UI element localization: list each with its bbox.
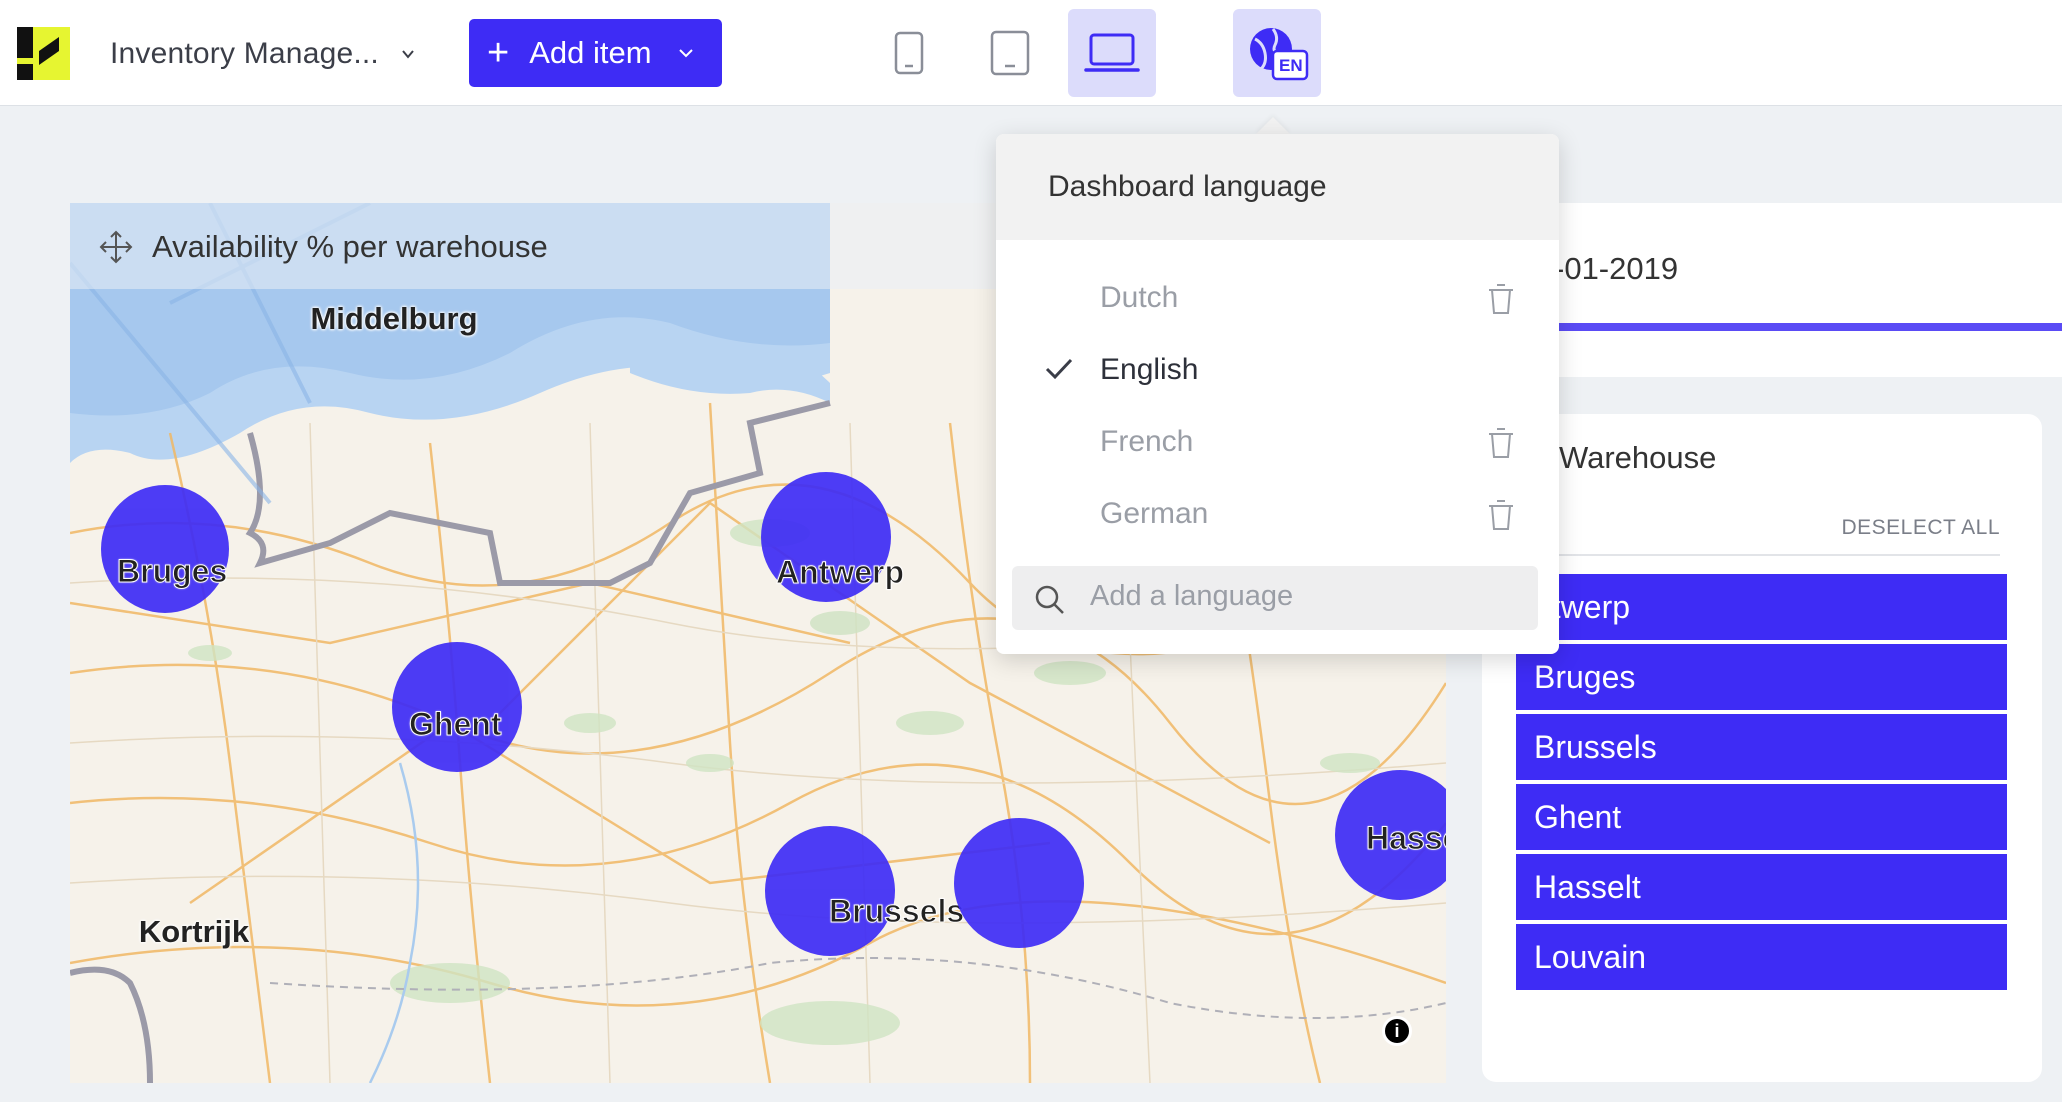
- warehouse-list: ntwerp Bruges Brussels Ghent Hasselt Lou…: [1516, 574, 2007, 994]
- add-language-input[interactable]: [1090, 580, 1510, 613]
- language-badge: EN: [1279, 56, 1303, 75]
- bubble-label: Bruges: [116, 553, 228, 590]
- language-option-dutch[interactable]: Dutch: [996, 262, 1559, 334]
- warehouse-bubble-antwerp[interactable]: Antwerp: [761, 472, 905, 602]
- warehouse-bubble-bruges[interactable]: Bruges: [101, 485, 229, 613]
- map-place-label: Kortrijk: [138, 914, 250, 949]
- warehouse-option[interactable]: Brussels: [1516, 714, 2007, 780]
- filter-title: Warehouse: [1559, 440, 1717, 475]
- app-logo-icon[interactable]: [17, 27, 70, 80]
- language-label: Dutch: [1100, 281, 1179, 314]
- warehouse-bubble-louvain[interactable]: [954, 818, 1084, 948]
- warehouse-option[interactable]: Louvain: [1516, 924, 2007, 990]
- add-item-label: Add item: [529, 35, 652, 70]
- divider: [1516, 554, 2000, 556]
- chevron-down-icon: [678, 49, 693, 58]
- map-title: Availability % per warehouse: [152, 229, 548, 264]
- date-panel: -01-2019: [1482, 203, 2062, 377]
- trash-icon[interactable]: [1486, 498, 1516, 532]
- language-list: Dutch English French German: [996, 240, 1559, 550]
- language-option-german[interactable]: German: [996, 478, 1559, 550]
- mobile-view-button[interactable]: [865, 9, 953, 97]
- warehouse-option[interactable]: Bruges: [1516, 644, 2007, 710]
- bubble-label: Ghent: [408, 706, 502, 743]
- search-icon: [1035, 585, 1064, 614]
- top-bar: Inventory Manage... + Add item EN: [0, 0, 2062, 106]
- add-language-search: [1012, 566, 1538, 630]
- globe-icon: [1250, 28, 1309, 81]
- deselect-all-button[interactable]: DESELECT ALL: [1841, 516, 2000, 540]
- date-slider-track[interactable]: [1554, 323, 2062, 331]
- warehouse-option[interactable]: ntwerp: [1516, 574, 2007, 640]
- language-label: German: [1100, 497, 1209, 530]
- language-option-english[interactable]: English: [996, 334, 1559, 406]
- mobile-icon: [894, 31, 924, 75]
- warehouse-option[interactable]: Ghent: [1516, 784, 2007, 850]
- language-dropdown: Dashboard language Dutch English French …: [996, 134, 1559, 654]
- laptop-icon: [1084, 33, 1140, 72]
- app-switcher[interactable]: Inventory Manage...: [110, 28, 415, 80]
- bubble-label: Hasselt: [1366, 820, 1446, 857]
- bubble-label: Brussels: [828, 893, 965, 930]
- language-option-french[interactable]: French: [996, 406, 1559, 478]
- dropdown-title: Dashboard language: [1048, 170, 1327, 203]
- tablet-icon: [990, 30, 1030, 76]
- bubble-label: Antwerp: [776, 554, 905, 591]
- add-item-button[interactable]: + Add item: [469, 19, 722, 87]
- trash-icon[interactable]: [1486, 282, 1516, 316]
- map-info-icon[interactable]: i: [1382, 1016, 1412, 1046]
- tablet-view-button[interactable]: [966, 9, 1054, 97]
- checkmark-icon: [1045, 358, 1073, 380]
- language-button[interactable]: EN: [1233, 9, 1321, 97]
- warehouse-filter-panel: Warehouse DESELECT ALL ntwerp Bruges Bru…: [1482, 414, 2042, 1082]
- date-range-text: -01-2019: [1554, 251, 1679, 286]
- app-title: Inventory Manage...: [110, 37, 379, 70]
- chevron-down-icon: [402, 50, 414, 59]
- map-place-label: Middelburg: [310, 301, 478, 336]
- move-icon[interactable]: [98, 229, 134, 265]
- plus-icon: +: [487, 32, 510, 74]
- language-label: English: [1100, 353, 1199, 386]
- language-label: French: [1100, 425, 1194, 458]
- trash-icon[interactable]: [1486, 426, 1516, 460]
- warehouse-option[interactable]: Hasselt: [1516, 854, 2007, 920]
- warehouse-bubble-brussels[interactable]: Brussels: [765, 826, 965, 956]
- dropdown-header: Dashboard language: [996, 134, 1559, 240]
- warehouse-bubble-ghent[interactable]: Ghent: [392, 642, 522, 772]
- desktop-view-button[interactable]: [1068, 9, 1156, 97]
